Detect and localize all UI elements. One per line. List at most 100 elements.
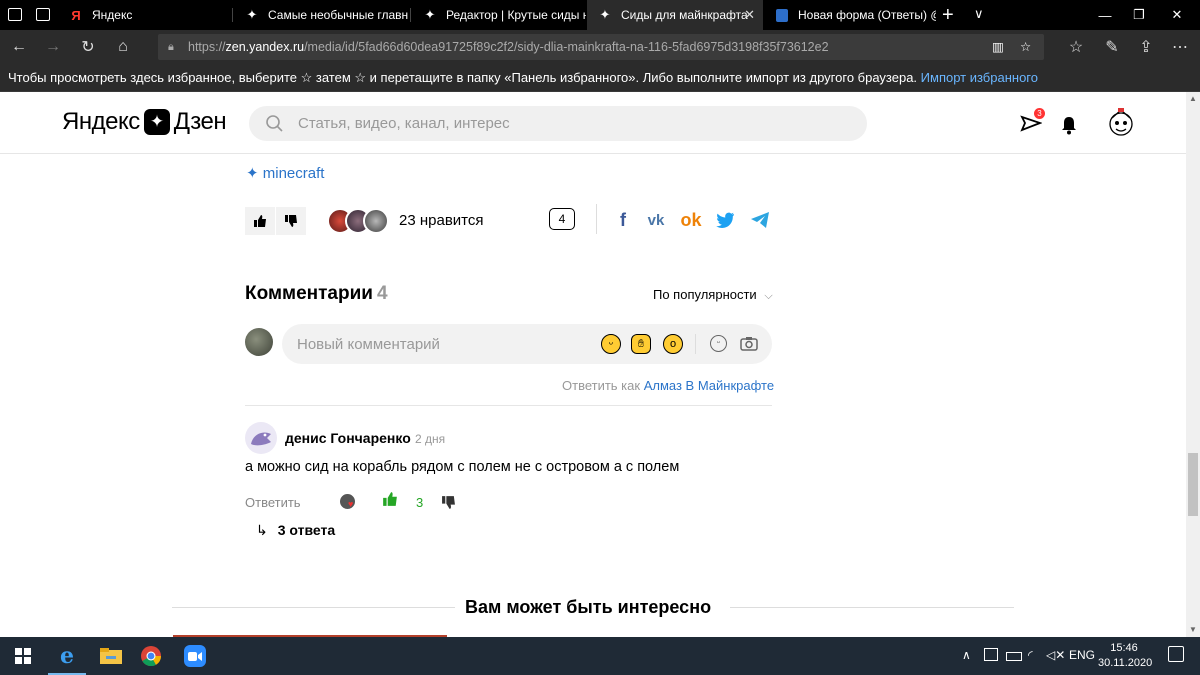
battery-icon[interactable] [1006,652,1022,661]
thumbs-down-icon [442,496,455,509]
scroll-down-icon[interactable]: ▼ [1189,625,1197,634]
tag-minecraft[interactable]: ✦ minecraft [246,164,324,182]
set-aside-tabs-icon[interactable] [36,8,50,21]
divider [172,607,455,608]
comments-count-badge[interactable]: 4 [549,208,575,230]
start-button[interactable] [0,637,46,675]
tab-unusual-chapters[interactable]: ✦ Самые необычные главны [234,0,408,30]
camera-icon[interactable] [740,336,758,356]
edge-taskbar-icon[interactable]: e [44,637,90,675]
windows-logo-icon [15,648,31,664]
thumbs-down-icon [285,215,297,227]
reply-arrow-icon: ↳ [256,522,268,538]
messages-icon[interactable]: 3 [1019,108,1045,136]
like-button[interactable] [245,207,275,235]
user-avatar[interactable] [1104,106,1138,140]
web-notes-icon[interactable]: ✎ [1100,35,1124,59]
close-window-button[interactable]: ✕ [1154,0,1200,30]
clapping-emoji-icon[interactable]: ✋︎ [631,334,651,354]
tab-yandex[interactable]: Я Яндекс [58,0,230,30]
forward-arrow-icon[interactable]: → [41,35,65,59]
comments-title: Комментарии 4 [245,283,388,304]
import-favorites-link[interactable]: Импорт избранного [921,70,1038,85]
facebook-icon[interactable]: f [612,209,634,231]
zen-favicon: ✦ [246,7,258,22]
my-avatar [245,328,273,356]
reply-as-channel-link[interactable]: Алмаз В Майнкрафте [644,378,774,393]
liked-by-avatars[interactable] [327,208,391,234]
reply-as: Ответить как Алмаз В Майнкрафте [562,378,775,393]
thumbs-up-icon [383,492,397,506]
sparkle-icon: ✦ [246,165,263,182]
divider [596,204,597,234]
back-arrow-icon[interactable]: ← [7,35,31,59]
chevron-down-icon: ⌵ [764,290,773,302]
chrome-icon[interactable] [128,637,174,675]
share-icon[interactable]: ⇪ [1134,35,1158,59]
new-comment-input[interactable]: Новый комментарий ᵕ ✋︎ o ᵕ [282,324,772,364]
reply-button[interactable]: Ответить [245,495,301,510]
commenter-avatar[interactable] [245,422,277,454]
commenter-name[interactable]: денис Гончаренко [285,430,411,446]
comment-text: а можно сид на корабль рядом с полем не … [245,459,680,475]
input-language[interactable]: ENG [1069,648,1095,662]
refresh-icon[interactable]: ↻ [76,35,100,59]
suggestions-title: Вам может быть интересно [465,597,712,617]
thumbs-up-icon [254,215,266,227]
show-hidden-icons-chevron-icon[interactable]: ∧ [962,648,971,662]
reading-view-icon[interactable]: ▥ [992,34,1004,60]
browser-nav-bar: ← → ↻ ⌂ 🔒︎ https://zen.yandex.ru/media/i… [0,30,1200,64]
search-input[interactable]: Статья, видео, канал, интерес [249,106,867,141]
divider [695,334,696,354]
comment-dislike-button[interactable] [441,495,456,515]
comment-like-button[interactable] [382,491,398,512]
forms-favicon [774,7,790,23]
zen-favicon: ✦ [599,7,611,22]
avatar [363,208,389,234]
author-liked-icon: ♥ [340,494,355,509]
dislike-button[interactable] [276,207,306,235]
tab-actions-icon[interactable] [8,8,22,21]
tab-preview-chevron-icon[interactable]: ∨ [974,6,984,22]
zen-favicon: ✦ [424,7,436,22]
divider [730,607,1014,608]
heart-icon: ♥ [348,499,354,509]
twitter-icon[interactable] [714,209,736,231]
tab-minecraft-seeds[interactable]: ✦ Сиды для майнкрафта ✕ [587,0,763,30]
tab-editor[interactable]: ✦ Редактор | Крутые сиды на [412,0,586,30]
likes-count[interactable]: 23 нравится [399,212,484,229]
grinning-emoji-icon[interactable]: ᵕ [601,334,621,354]
emoji-picker-icon[interactable]: ᵕ [710,335,727,352]
wifi-icon[interactable]: ◜ [1028,648,1033,662]
divider [245,405,772,406]
sort-dropdown[interactable]: По популярности ⌵ [653,287,773,303]
bell-icon[interactable] [1059,114,1079,136]
close-tab-icon[interactable]: ✕ [744,7,755,23]
lock-icon: 🔒︎ [168,41,174,53]
address-bar[interactable]: 🔒︎ https://zen.yandex.ru/media/id/5fad66… [158,34,1044,60]
zoom-icon[interactable] [172,637,218,675]
home-icon[interactable]: ⌂ [111,35,135,59]
comment-like-count: 3 [416,495,424,510]
favorites-hub-icon[interactable]: ☆ [1064,35,1088,59]
page-scrollbar[interactable]: ▲ ▼ [1186,92,1200,637]
new-tab-button[interactable]: + [942,4,954,27]
show-replies-button[interactable]: ↳ 3 ответа [256,522,335,539]
vk-icon[interactable]: vk [645,209,667,231]
browser-tab-bar: Я Яндекс ✦ Самые необычные главны ✦ Реда… [0,0,1200,30]
scrollbar-thumb[interactable] [1188,453,1198,516]
volume-muted-icon[interactable]: ◁✕ [1046,648,1065,662]
favorite-star-icon[interactable]: ☆ [1020,34,1031,60]
clock[interactable]: 15:46 30.11.2020 [1098,641,1152,671]
scroll-up-icon[interactable]: ▲ [1189,94,1197,103]
more-icon[interactable]: ⋯ [1168,35,1192,59]
notifications-icon[interactable] [1168,646,1184,662]
search-icon [266,115,283,132]
odnoklassniki-icon[interactable]: ok [680,209,702,231]
surprised-emoji-icon[interactable]: o [663,334,683,354]
zen-header: Яндекс ✦ Дзен Статья, видео, канал, инте… [0,92,1186,154]
zen-logo[interactable]: Яндекс ✦ Дзен [62,108,227,136]
tray-app-icon[interactable] [984,648,998,661]
tab-forms[interactable]: Новая форма (Ответы) @ ( [764,0,936,30]
telegram-icon[interactable] [749,209,771,231]
